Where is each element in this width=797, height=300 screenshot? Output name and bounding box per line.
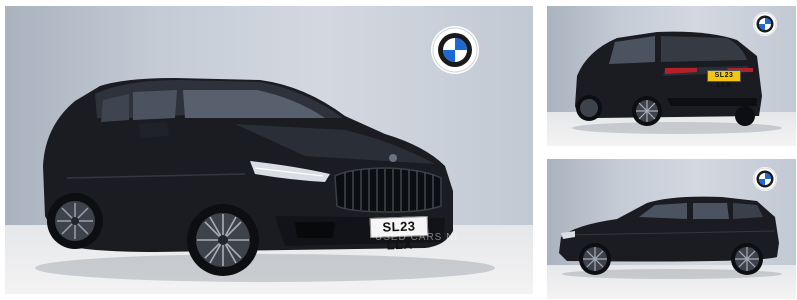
rear-car-image[interactable]: SL23 LLX: [547, 6, 796, 146]
side-profile-car-image[interactable]: [547, 159, 796, 299]
main-car-image[interactable]: SL23 LLX USED CARS NI: [5, 6, 533, 294]
dealer-watermark: USED CARS NI: [375, 232, 459, 243]
bmw-logo-icon: [753, 12, 777, 36]
rear-license-plate: SL23 LLX: [707, 70, 741, 89]
bmw-logo-icon: [431, 26, 479, 74]
bmw-logo-icon: [753, 167, 777, 191]
